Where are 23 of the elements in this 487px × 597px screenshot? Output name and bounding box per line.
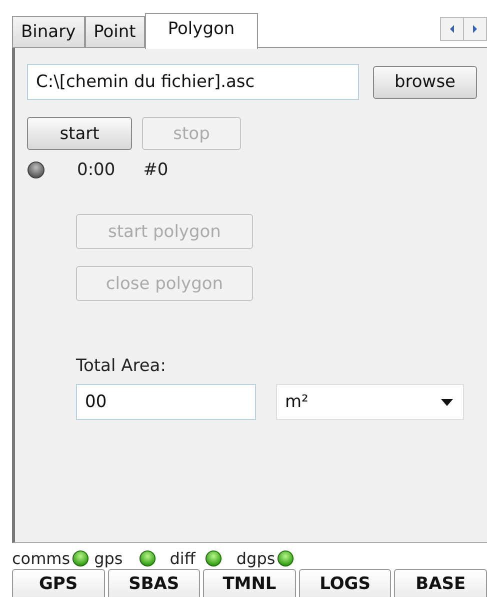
- start-button[interactable]: start: [27, 117, 132, 150]
- unit-dropdown[interactable]: m²: [276, 384, 464, 420]
- tab[interactable]: Point: [84, 16, 145, 48]
- bottom-tab[interactable]: SBAS: [108, 569, 200, 597]
- tab[interactable]: Polygon: [144, 13, 258, 49]
- dropdown-caret-icon: [441, 398, 453, 406]
- tab[interactable]: Binary: [12, 16, 85, 48]
- indicator-label: dgps: [236, 548, 276, 568]
- elapsed-time: 0:00: [77, 160, 116, 180]
- bottom-tab[interactable]: GPS: [12, 569, 105, 597]
- point-count: #0: [143, 160, 168, 180]
- total-area-label: Total Area:: [76, 356, 166, 376]
- scroll-left-icon[interactable]: [441, 18, 463, 40]
- bottom-tab[interactable]: TMNL: [203, 569, 296, 597]
- indicator-label: diff: [170, 548, 196, 568]
- indicator-label: gps: [94, 548, 123, 568]
- browse-button[interactable]: browse: [373, 66, 477, 98]
- file-path-field[interactable]: C:\[chemin du fichier].asc: [27, 64, 359, 100]
- area-field[interactable]: 00: [76, 384, 256, 420]
- indicator-label: comms: [12, 548, 70, 568]
- bottom-tab[interactable]: LOGS: [298, 569, 392, 597]
- scroll-right-icon[interactable]: [463, 18, 486, 40]
- bottom-tab[interactable]: BASE: [394, 569, 487, 597]
